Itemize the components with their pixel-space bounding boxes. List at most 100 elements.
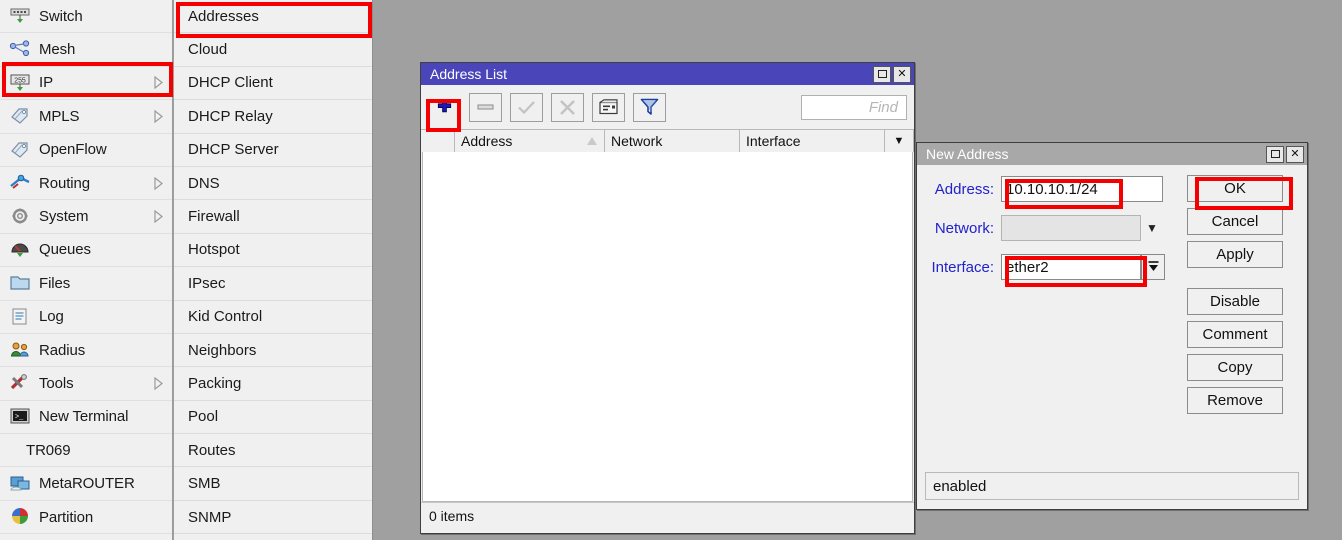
ip-submenu-item-dns[interactable]: DNS <box>174 167 372 201</box>
chevron-down-icon[interactable]: ▼ <box>1141 215 1163 241</box>
sidebar-item-routing[interactable]: Routing <box>0 167 172 201</box>
column-header-address[interactable]: Address <box>455 130 605 152</box>
log-icon <box>8 306 32 328</box>
submenu-arrow-icon <box>150 376 166 390</box>
chevron-down-bar-icon <box>1148 261 1158 271</box>
ip-submenu-item-label: DNS <box>188 174 220 192</box>
new-address-titlebar[interactable]: New Address ✕ <box>917 143 1307 165</box>
sidebar-item-label: OpenFlow <box>39 141 107 159</box>
sidebar-item-radius[interactable]: Radius <box>0 334 172 368</box>
sidebar-item-openflow[interactable]: OpenFlow <box>0 134 172 167</box>
ip-submenu-item-label: Kid Control <box>188 308 263 326</box>
ip-submenu-item-label: Addresses <box>188 7 259 25</box>
remove-button[interactable]: Remove <box>1187 387 1283 414</box>
comment-address-button[interactable] <box>592 92 625 122</box>
ip-submenu-item-neighbors[interactable]: Neighbors <box>174 334 372 368</box>
ip-submenu-item-routes[interactable]: Routes <box>174 434 372 468</box>
submenu-arrow-icon <box>150 109 166 123</box>
close-icon[interactable]: ✕ <box>1286 145 1304 163</box>
add-address-button[interactable] <box>428 92 461 122</box>
field-label-address: Address: <box>934 180 994 198</box>
sidebar-item-queues[interactable]: Queues <box>0 234 172 268</box>
column-chooser-button[interactable]: ▼ <box>885 130 914 152</box>
ip-submenu-item-cloud[interactable]: Cloud <box>174 33 372 67</box>
ip-submenu-item-addresses[interactable]: Addresses <box>174 0 372 34</box>
ip-submenu-item-label: Cloud <box>188 41 228 59</box>
ip-submenu-item-label: Routes <box>188 441 236 459</box>
ip-submenu-item-packing[interactable]: Packing <box>174 367 372 401</box>
comment-button-label: Comment <box>1202 326 1268 343</box>
maximize-icon[interactable] <box>1266 145 1284 163</box>
radius-users-icon <box>10 342 29 357</box>
sidebar-item-label: IP <box>39 74 53 92</box>
filter-button[interactable] <box>633 92 666 122</box>
sidebar-item-system[interactable]: System <box>0 200 172 234</box>
mesh-icon <box>9 39 30 56</box>
sidebar-item-mesh[interactable]: Mesh <box>0 33 172 67</box>
sidebar-item-label: Tools <box>39 374 74 392</box>
ip-submenu-item-smb[interactable]: SMB <box>174 467 372 501</box>
close-icon[interactable]: ✕ <box>893 65 911 83</box>
partition-pie-icon <box>12 508 28 525</box>
ip-submenu-item-snmp[interactable]: SNMP <box>174 501 372 535</box>
sidebar-item-metarouter[interactable]: MetaROUTER <box>0 467 172 501</box>
ip-submenu-item-label: DHCP Server <box>188 141 279 159</box>
copy-button[interactable]: Copy <box>1187 354 1283 381</box>
maximize-icon[interactable] <box>873 65 891 83</box>
ip-submenu-item-label: SMB <box>188 475 221 493</box>
interface-dropdown-button[interactable] <box>1141 254 1165 280</box>
ip-submenu-item-label: DHCP Client <box>188 74 273 92</box>
ip-submenu-item-pool[interactable]: Pool <box>174 401 372 435</box>
address-list-grid[interactable] <box>422 152 913 502</box>
tools-icon <box>8 372 32 394</box>
find-placeholder: Find <box>868 98 898 116</box>
sidebar-item-tools[interactable]: Tools <box>0 367 172 401</box>
field-input-address[interactable]: 10.10.10.1/24 <box>1001 176 1163 202</box>
sidebar-item-tr069[interactable]: TR069 <box>0 434 172 468</box>
switch-icon <box>8 5 32 27</box>
apply-button[interactable]: Apply <box>1187 241 1283 268</box>
sidebar-item-log[interactable]: Log <box>0 301 172 334</box>
ip-submenu-item-label: Firewall <box>188 208 240 226</box>
sidebar-item-switch[interactable]: Switch <box>0 0 172 34</box>
disable-address-button[interactable] <box>551 92 584 122</box>
sidebar-item-files[interactable]: Files <box>0 267 172 301</box>
mesh-icon <box>8 39 32 61</box>
sidebar-item-partition[interactable]: Partition <box>0 501 172 535</box>
ip-submenu-item-dhcp-server[interactable]: DHCP Server <box>174 134 372 167</box>
column-header-flags[interactable] <box>421 130 455 152</box>
cross-icon <box>560 99 575 115</box>
ip-submenu-item-dhcp-client[interactable]: DHCP Client <box>174 67 372 101</box>
submenu-arrow-icon <box>150 176 166 190</box>
cancel-button[interactable]: Cancel <box>1187 208 1283 235</box>
new-address-title: New Address <box>926 146 1009 162</box>
disable-button-label: Disable <box>1209 293 1261 310</box>
ip-submenu-item-kid-control[interactable]: Kid Control <box>174 301 372 334</box>
openflow-tags-icon <box>8 139 32 161</box>
ok-button[interactable]: OK <box>1187 175 1283 202</box>
ip-submenu-item-firewall[interactable]: Firewall <box>174 200 372 234</box>
address-list-titlebar[interactable]: Address List ✕ <box>421 63 914 85</box>
column-header-network[interactable]: Network <box>605 130 740 152</box>
column-header-network-label: Network <box>611 133 663 149</box>
find-input[interactable]: Find <box>801 94 907 120</box>
mpls-tags-icon <box>8 105 32 127</box>
remove-address-button[interactable] <box>469 92 502 122</box>
radius-users-icon <box>8 339 32 361</box>
sidebar-item-label: Partition <box>39 508 94 526</box>
sidebar-item-mpls[interactable]: MPLS <box>0 100 172 134</box>
address-list-window: Address List ✕ Find Address Network Inte… <box>420 62 915 534</box>
sidebar-item-new-terminal[interactable]: >_ New Terminal <box>0 401 172 435</box>
enable-address-button[interactable] <box>510 92 543 122</box>
column-header-interface[interactable]: Interface <box>740 130 885 152</box>
sidebar-item-ip[interactable]: 255 IP <box>0 67 172 101</box>
ip-submenu-item-ipsec[interactable]: IPsec <box>174 267 372 301</box>
field-input-network[interactable] <box>1001 215 1141 241</box>
ip-255-icon: 255 <box>8 72 32 94</box>
disable-button[interactable]: Disable <box>1187 288 1283 315</box>
field-input-interface[interactable]: ether2 <box>1001 254 1141 280</box>
sidebar-item-make-supout-rif[interactable]: Make Supout.rif <box>0 534 172 540</box>
comment-button[interactable]: Comment <box>1187 321 1283 348</box>
ip-submenu-item-hotspot[interactable]: Hotspot <box>174 234 372 268</box>
ip-submenu-item-dhcp-relay[interactable]: DHCP Relay <box>174 100 372 134</box>
